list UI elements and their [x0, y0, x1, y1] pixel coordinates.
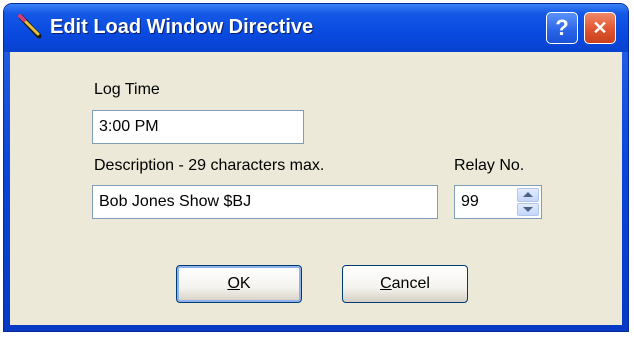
cancel-mnemonic: C [380, 275, 392, 292]
help-icon: ? [555, 15, 569, 40]
relay-label: Relay No. [454, 157, 525, 174]
cancel-button[interactable]: Cancel [342, 265, 468, 303]
pencil-icon [18, 14, 42, 39]
relay-spinner[interactable] [454, 185, 542, 219]
arrow-down-icon [523, 206, 533, 212]
title-bar[interactable]: Edit Load Window Directive ? ✕ [4, 4, 628, 52]
dialog-body: Log Time Description - 29 characters max… [10, 52, 622, 325]
ok-label: K [239, 275, 251, 292]
help-button[interactable]: ? [546, 12, 578, 44]
relay-input[interactable] [455, 186, 523, 218]
ok-button[interactable]: OK [176, 265, 302, 303]
window-title: Edit Load Window Directive [50, 16, 314, 38]
close-icon: ✕ [592, 17, 608, 38]
spin-buttons [517, 188, 539, 216]
dialog-window: Edit Load Window Directive ? ✕ Log Time … [4, 4, 628, 331]
spin-down-button[interactable] [517, 202, 539, 216]
cancel-label: ancel [391, 275, 430, 292]
log-time-input[interactable] [92, 110, 304, 144]
description-label: Description - 29 characters max. [94, 157, 325, 174]
description-input[interactable] [92, 185, 438, 219]
arrow-up-icon [523, 192, 533, 198]
spin-up-button[interactable] [517, 188, 539, 202]
ok-mnemonic: O [227, 275, 240, 292]
log-time-label: Log Time [94, 81, 160, 98]
close-button[interactable]: ✕ [584, 12, 616, 44]
